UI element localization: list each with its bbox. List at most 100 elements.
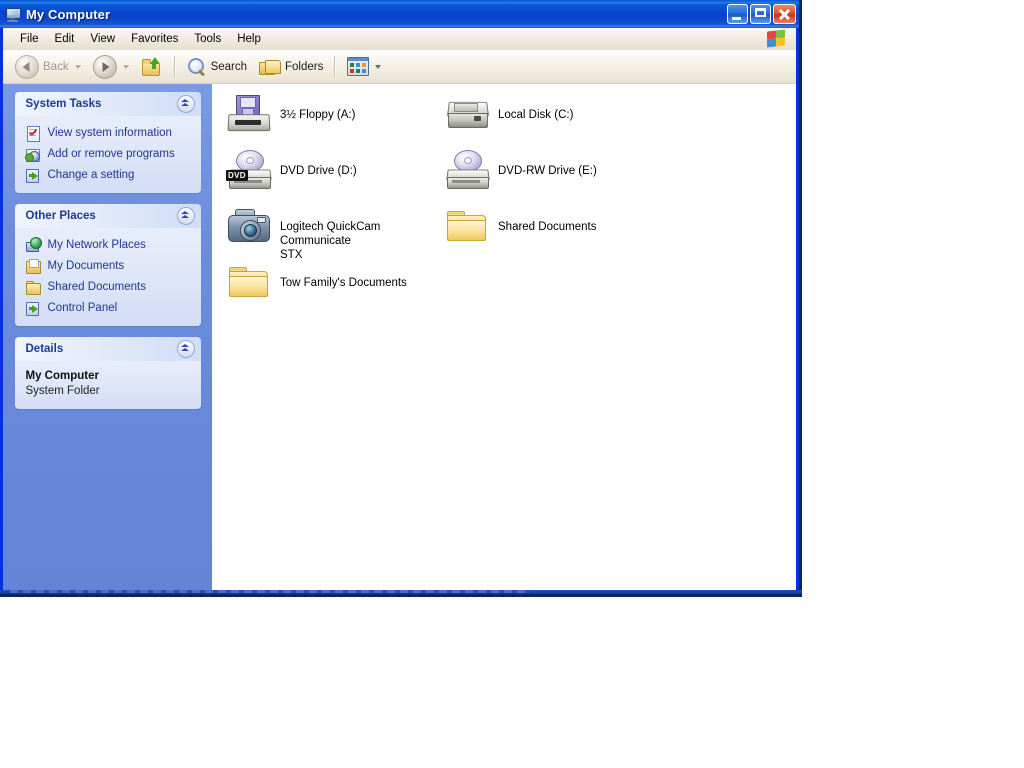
up-folder-icon — [141, 57, 163, 77]
up-button[interactable] — [135, 54, 169, 80]
sidebar-item-label: Shared Documents — [48, 281, 146, 293]
panel-body: View system information Add or remove pr… — [15, 116, 201, 193]
toolbar: Back Search — [3, 50, 796, 84]
folders-button[interactable]: Folders — [253, 54, 329, 80]
list-item[interactable]: DVD DVD Drive (D:) — [226, 150, 357, 194]
list-item[interactable]: Tow Family's Documents — [226, 262, 407, 306]
views-icon — [347, 57, 369, 76]
my-computer-window: My Computer File Edit View Favorites Too… — [0, 0, 802, 597]
menu-bar: File Edit View Favorites Tools Help — [3, 28, 796, 50]
panel-header[interactable]: System Tasks — [15, 92, 201, 116]
forward-arrow-icon — [93, 55, 117, 79]
details-type: System Folder — [26, 384, 201, 399]
chevron-up-icon[interactable] — [177, 340, 195, 358]
menu-help[interactable]: Help — [229, 31, 269, 47]
panel-system-tasks: System Tasks View system information — [15, 92, 201, 193]
sidebar-item-label: My Network Places — [48, 239, 146, 251]
sidebar-item-label: Add or remove programs — [48, 148, 175, 160]
panel-body: My Computer System Folder — [15, 361, 201, 409]
change-setting-icon — [25, 167, 41, 183]
sidebar-item-my-documents[interactable]: My Documents — [15, 255, 201, 276]
menu-tools[interactable]: Tools — [186, 31, 229, 47]
search-label: Search — [211, 61, 247, 73]
menu-file[interactable]: File — [12, 31, 47, 47]
list-item-label: Shared Documents — [498, 206, 596, 234]
sidebar-item-view-system-information[interactable]: View system information — [15, 122, 201, 143]
dvd-badge: DVD — [226, 170, 248, 181]
hard-disk-icon — [444, 94, 490, 138]
sidebar-item-add-or-remove-programs[interactable]: Add or remove programs — [15, 143, 201, 164]
maximize-button[interactable] — [750, 4, 771, 24]
list-item[interactable]: 3½ Floppy (A:) — [226, 94, 355, 138]
menu-view[interactable]: View — [82, 31, 123, 47]
chevron-up-icon[interactable] — [177, 207, 195, 225]
panel-header[interactable]: Other Places — [15, 204, 201, 228]
floppy-drive-icon — [226, 94, 272, 138]
status-bar — [0, 590, 802, 594]
chevron-up-icon[interactable] — [177, 95, 195, 113]
toolbar-separator — [334, 56, 336, 78]
panel-other-places: Other Places My Network Places — [15, 204, 201, 326]
panel-header[interactable]: Details — [15, 337, 201, 361]
windows-flag-icon[interactable] — [764, 29, 788, 48]
add-remove-programs-icon — [25, 146, 41, 162]
my-documents-icon — [25, 258, 41, 274]
back-button[interactable]: Back — [9, 54, 87, 80]
shared-documents-icon — [25, 279, 41, 295]
back-dropdown-icon[interactable] — [75, 65, 81, 69]
search-button[interactable]: Search — [181, 54, 253, 80]
folder-icon — [226, 262, 272, 306]
list-item[interactable]: Shared Documents — [444, 206, 596, 250]
sidebar-item-change-a-setting[interactable]: Change a setting — [15, 164, 201, 185]
sidebar-item-label: View system information — [48, 127, 172, 139]
list-item[interactable]: Local Disk (C:) — [444, 94, 573, 138]
forward-button[interactable] — [87, 54, 135, 80]
sidebar-item-my-network-places[interactable]: My Network Places — [15, 234, 201, 255]
list-item-label: DVD-RW Drive (E:) — [498, 150, 597, 178]
folder-icon — [444, 206, 490, 250]
dvd-drive-icon: DVD — [226, 150, 272, 194]
views-button[interactable] — [341, 54, 387, 80]
views-dropdown-icon[interactable] — [375, 65, 381, 69]
sidebar-item-control-panel[interactable]: Control Panel — [15, 297, 201, 318]
dvd-rw-drive-icon — [444, 150, 490, 194]
back-label: Back — [43, 61, 69, 73]
panel-title: Details — [26, 343, 177, 355]
panel-title: System Tasks — [26, 98, 177, 110]
toolbar-separator — [174, 56, 176, 78]
sidebar-item-shared-documents[interactable]: Shared Documents — [15, 276, 201, 297]
sidebar-item-label: Control Panel — [48, 302, 118, 314]
search-icon — [187, 57, 207, 77]
sidebar-item-label: My Documents — [48, 260, 125, 272]
my-computer-icon — [5, 7, 21, 23]
main-area: System Tasks View system information — [3, 84, 796, 594]
panel-details: Details My Computer System Folder — [15, 337, 201, 409]
system-information-icon — [25, 125, 41, 141]
network-places-icon — [25, 237, 41, 253]
menu-edit[interactable]: Edit — [47, 31, 83, 47]
folders-icon — [259, 58, 281, 76]
list-item-label: Logitech QuickCam Communicate STX — [280, 206, 442, 262]
file-list-view[interactable]: 3½ Floppy (A:) Local Disk (C:) — [212, 84, 796, 594]
webcam-icon — [226, 206, 272, 250]
panel-body: My Network Places My Documents — [15, 228, 201, 326]
list-item-label: Local Disk (C:) — [498, 94, 573, 122]
window-title: My Computer — [26, 7, 110, 22]
close-button[interactable] — [773, 4, 796, 24]
back-arrow-icon — [15, 55, 39, 79]
minimize-button[interactable] — [727, 4, 748, 24]
list-item[interactable]: Logitech QuickCam Communicate STX — [226, 206, 442, 262]
details-name: My Computer — [26, 369, 201, 384]
title-bar[interactable]: My Computer — [0, 0, 799, 28]
task-pane: System Tasks View system information — [3, 84, 212, 594]
list-item[interactable]: DVD-RW Drive (E:) — [444, 150, 597, 194]
window-client-area: File Edit View Favorites Tools Help Back — [3, 28, 796, 594]
control-panel-icon — [25, 300, 41, 316]
menu-favorites[interactable]: Favorites — [123, 31, 186, 47]
forward-dropdown-icon[interactable] — [123, 65, 129, 69]
sidebar-item-label: Change a setting — [48, 169, 135, 181]
folders-label: Folders — [285, 61, 323, 73]
list-item-label: DVD Drive (D:) — [280, 150, 357, 178]
panel-title: Other Places — [26, 210, 177, 222]
list-item-label: 3½ Floppy (A:) — [280, 94, 355, 122]
